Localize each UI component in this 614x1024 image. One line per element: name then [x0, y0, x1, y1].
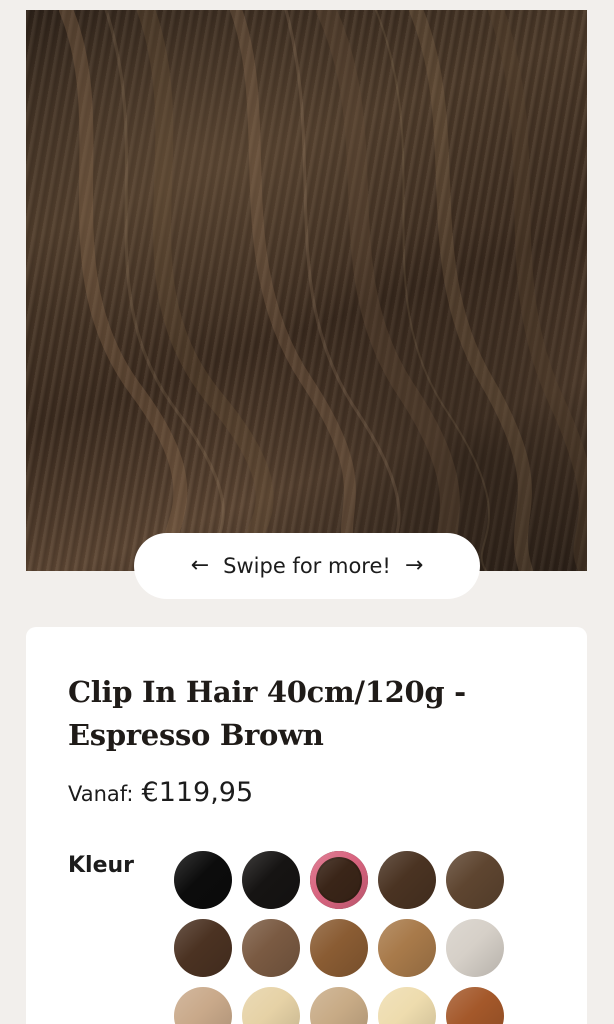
color-swatch[interactable]	[242, 919, 300, 977]
price-row: Vanaf: €119,95	[68, 777, 253, 808]
color-swatch[interactable]	[174, 851, 232, 909]
color-swatch[interactable]	[446, 987, 504, 1024]
color-swatch-grid	[174, 851, 514, 1024]
product-title-line-2: Espresso Brown	[68, 718, 324, 752]
product-title: Clip In Hair 40cm/120g - Espresso Brown	[68, 671, 538, 757]
color-swatch[interactable]	[310, 919, 368, 977]
product-info-card: Clip In Hair 40cm/120g - Espresso Brown …	[26, 627, 587, 1024]
color-swatch[interactable]	[310, 987, 368, 1024]
color-swatch[interactable]	[174, 987, 232, 1024]
hair-texture	[59, 10, 587, 571]
color-swatch[interactable]	[378, 987, 436, 1024]
color-swatch[interactable]	[242, 987, 300, 1024]
swipe-hint-button[interactable]: ← Swipe for more! →	[134, 533, 480, 599]
color-swatch[interactable]	[446, 851, 504, 909]
color-label: Kleur	[68, 853, 135, 878]
color-swatch[interactable]	[446, 919, 504, 977]
color-swatch[interactable]	[242, 851, 300, 909]
swipe-hint-text: Swipe for more!	[223, 554, 391, 578]
arrow-right-icon[interactable]: →	[405, 555, 423, 577]
product-page: ← Swipe for more! → Clip In Hair 40cm/12…	[0, 0, 614, 1024]
color-swatch[interactable]	[310, 851, 368, 909]
price-value: €119,95	[141, 777, 254, 808]
color-swatch[interactable]	[378, 919, 436, 977]
price-label: Vanaf:	[68, 782, 134, 806]
color-swatch[interactable]	[378, 851, 436, 909]
product-image[interactable]	[26, 10, 587, 571]
color-swatch[interactable]	[174, 919, 232, 977]
arrow-left-icon[interactable]: ←	[191, 555, 209, 577]
product-title-line-1: Clip In Hair 40cm/120g -	[68, 675, 466, 709]
